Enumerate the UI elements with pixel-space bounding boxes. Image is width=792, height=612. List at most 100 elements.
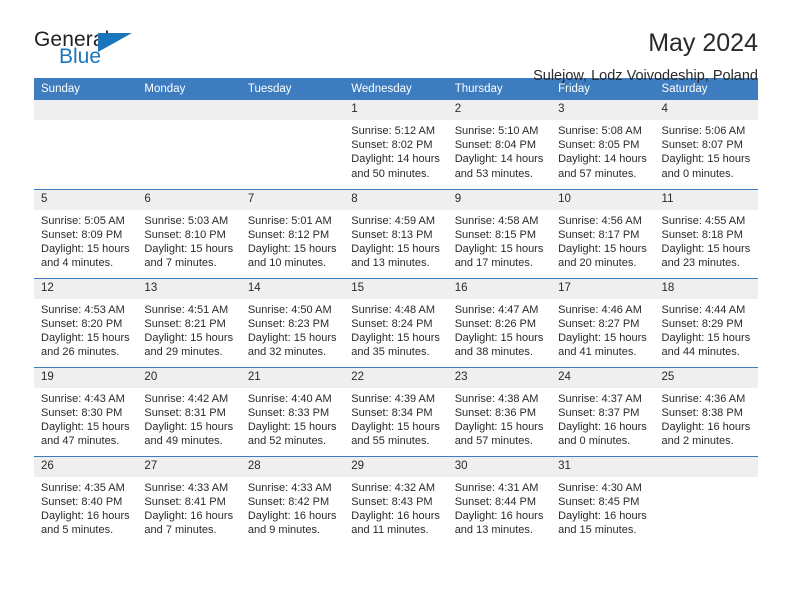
sunrise-text: Sunrise: 4:50 AM: [247, 303, 332, 316]
calendar-day-cell[interactable]: 30 Sunrise: 4:31 AM Sunset: 8:44 PM Dayligh…: [447, 455, 552, 545]
day-number: 12: [34, 278, 138, 299]
calendar-day-cell[interactable]: 7 Sunrise: 5:01 AM Sunset: 8:12 PM Daylight…: [240, 188, 345, 278]
day-number: 6: [137, 189, 241, 210]
day-detail: Sunrise: 4:42 AM Sunset: 8:31 PM Daylight:…: [137, 388, 240, 449]
calendar-day-cell[interactable]: 12 Sunrise: 4:53 AM Sunset: 8:20 PM Dayligh…: [34, 277, 138, 367]
daylight-text-line1: Daylight: 15 hours: [558, 331, 647, 344]
sunrise-text: Sunrise: 4:58 AM: [454, 214, 539, 227]
calendar-day-cell[interactable]: 15 Sunrise: 4:48 AM Sunset: 8:24 PM Dayligh…: [344, 277, 448, 367]
calendar-day-cell[interactable]: 18 Sunrise: 4:44 AM Sunset: 8:29 PM Dayligh…: [654, 277, 758, 367]
calendar-day-cell[interactable]: 6 Sunrise: 5:03 AM Sunset: 8:10 PM Daylight…: [137, 188, 241, 278]
sunset-text: Sunset: 8:29 PM: [661, 317, 743, 330]
daylight-text-line2: and 49 minutes.: [144, 435, 223, 448]
calendar-day-cell[interactable]: 27 Sunrise: 4:33 AM Sunset: 8:41 PM Dayligh…: [137, 455, 241, 545]
calendar-day-cell[interactable]: [654, 455, 758, 545]
calendar-day-cell[interactable]: 24 Sunrise: 4:37 AM Sunset: 8:37 PM Dayligh…: [551, 366, 655, 456]
day-detail: Sunrise: 4:37 AM Sunset: 8:37 PM Daylight:…: [551, 388, 654, 449]
sunrise-text: Sunrise: 4:51 AM: [144, 303, 229, 316]
daylight-text-line2: and 17 minutes.: [454, 257, 533, 270]
sunset-text: Sunset: 8:09 PM: [41, 228, 123, 241]
day-number: 23: [447, 367, 552, 388]
sunset-text: Sunset: 8:38 PM: [661, 406, 743, 419]
daylight-text-line1: Daylight: 15 hours: [247, 242, 337, 255]
calendar-day-cell[interactable]: 23 Sunrise: 4:38 AM Sunset: 8:36 PM Dayligh…: [447, 366, 552, 456]
calendar-day-cell[interactable]: 3 Sunrise: 5:08 AM Sunset: 8:05 PM Daylight…: [551, 100, 655, 189]
calendar-day-cell[interactable]: 19 Sunrise: 4:43 AM Sunset: 8:30 PM Dayligh…: [34, 366, 138, 456]
daylight-text-line1: Daylight: 16 hours: [351, 509, 440, 522]
daylight-text-line1: Daylight: 16 hours: [558, 509, 647, 522]
calendar-day-cell[interactable]: 4 Sunrise: 5:06 AM Sunset: 8:07 PM Daylight…: [654, 100, 758, 189]
sunrise-text: Sunrise: 5:03 AM: [144, 214, 229, 227]
calendar-day-cell[interactable]: 16 Sunrise: 4:47 AM Sunset: 8:26 PM Dayligh…: [447, 277, 552, 367]
calendar-day-cell[interactable]: 20 Sunrise: 4:42 AM Sunset: 8:31 PM Dayligh…: [137, 366, 241, 456]
day-detail: Sunrise: 4:35 AM Sunset: 8:40 PM Daylight:…: [34, 477, 137, 538]
day-number: [34, 100, 138, 120]
calendar-day-cell[interactable]: 17 Sunrise: 4:46 AM Sunset: 8:27 PM Dayligh…: [551, 277, 655, 367]
day-detail: Sunrise: 4:39 AM Sunset: 8:34 PM Daylight:…: [344, 388, 447, 449]
daylight-text-line2: and 5 minutes.: [41, 524, 114, 537]
daylight-text-line2: and 47 minutes.: [41, 435, 120, 448]
daylight-text-line1: Daylight: 15 hours: [41, 331, 130, 344]
day-number: [654, 456, 758, 477]
day-number: 10: [551, 189, 655, 210]
sunset-text: Sunset: 8:13 PM: [351, 228, 433, 241]
calendar-day-cell[interactable]: 22 Sunrise: 4:39 AM Sunset: 8:34 PM Dayligh…: [344, 366, 448, 456]
sunset-text: Sunset: 8:36 PM: [454, 406, 537, 419]
calendar-day-cell[interactable]: 26 Sunrise: 4:35 AM Sunset: 8:40 PM Dayligh…: [34, 455, 138, 545]
daylight-text-line2: and 11 minutes.: [351, 524, 429, 537]
calendar-day-cell[interactable]: 14 Sunrise: 4:50 AM Sunset: 8:23 PM Dayligh…: [240, 277, 345, 367]
daylight-text-line1: Daylight: 15 hours: [144, 331, 234, 344]
day-number: 11: [654, 189, 758, 210]
daylight-text-line2: and 38 minutes.: [454, 346, 533, 359]
day-number: 5: [34, 189, 138, 210]
calendar-day-cell[interactable]: 13 Sunrise: 4:51 AM Sunset: 8:21 PM Dayligh…: [137, 277, 241, 367]
daylight-text-line2: and 10 minutes.: [247, 257, 327, 270]
calendar-day-cell[interactable]: 28 Sunrise: 4:33 AM Sunset: 8:42 PM Dayligh…: [240, 455, 345, 545]
calendar-day-cell[interactable]: 1 Sunrise: 5:12 AM Sunset: 8:02 PM Daylight…: [344, 100, 448, 189]
daylight-text-line1: Daylight: 15 hours: [351, 331, 440, 344]
calendar-day-cell[interactable]: [137, 100, 241, 189]
weekday-header-tuesday: Tuesday: [240, 78, 345, 100]
day-detail: Sunrise: 5:06 AM Sunset: 8:07 PM Daylight:…: [655, 120, 758, 181]
daylight-text-line1: Daylight: 16 hours: [454, 509, 544, 522]
daylight-text-line1: Daylight: 15 hours: [454, 242, 544, 255]
daylight-text-line2: and 7 minutes.: [144, 257, 217, 270]
sunset-text: Sunset: 8:27 PM: [558, 317, 640, 330]
daylight-text-line2: and 4 minutes.: [41, 257, 114, 270]
daylight-text-line1: Daylight: 16 hours: [41, 509, 130, 522]
calendar-day-cell[interactable]: 25 Sunrise: 4:36 AM Sunset: 8:38 PM Dayligh…: [654, 366, 758, 456]
day-number: 21: [240, 367, 345, 388]
daylight-text-line1: Daylight: 16 hours: [144, 509, 234, 522]
day-number: 24: [551, 367, 655, 388]
sunset-text: Sunset: 8:26 PM: [454, 317, 537, 330]
general-blue-logo[interactable]: General Blue: [34, 28, 154, 74]
daylight-text-line1: Daylight: 15 hours: [41, 242, 130, 255]
day-number: 31: [551, 456, 655, 477]
calendar-day-cell[interactable]: 2 Sunrise: 5:10 AM Sunset: 8:04 PM Daylight…: [447, 100, 552, 189]
daylight-text-line2: and 2 minutes.: [661, 435, 734, 448]
day-number: 20: [137, 367, 241, 388]
calendar-day-cell[interactable]: [34, 100, 138, 189]
calendar-day-cell[interactable]: 10 Sunrise: 4:56 AM Sunset: 8:17 PM Dayligh…: [551, 188, 655, 278]
calendar-day-cell[interactable]: 29 Sunrise: 4:32 AM Sunset: 8:43 PM Dayligh…: [344, 455, 448, 545]
daylight-text-line2: and 35 minutes.: [351, 346, 430, 359]
calendar-day-cell[interactable]: 31 Sunrise: 4:30 AM Sunset: 8:45 PM Dayligh…: [551, 455, 655, 545]
day-detail: Sunrise: 4:33 AM Sunset: 8:41 PM Daylight:…: [137, 477, 240, 538]
day-detail: Sunrise: 4:33 AM Sunset: 8:42 PM Daylight:…: [241, 477, 344, 538]
calendar-day-cell[interactable]: 21 Sunrise: 4:40 AM Sunset: 8:33 PM Dayligh…: [240, 366, 345, 456]
calendar-day-cell[interactable]: 8 Sunrise: 4:59 AM Sunset: 8:13 PM Daylight…: [344, 188, 448, 278]
day-detail: Sunrise: 4:50 AM Sunset: 8:23 PM Daylight:…: [241, 299, 344, 360]
calendar-day-cell[interactable]: 5 Sunrise: 5:05 AM Sunset: 8:09 PM Daylight…: [34, 188, 138, 278]
calendar-day-cell[interactable]: 11 Sunrise: 4:55 AM Sunset: 8:18 PM Dayligh…: [654, 188, 758, 278]
sunrise-text: Sunrise: 4:43 AM: [41, 392, 125, 405]
daylight-text-line2: and 7 minutes.: [144, 524, 217, 537]
sunrise-text: Sunrise: 4:48 AM: [351, 303, 436, 316]
day-number: 13: [137, 278, 241, 299]
daylight-text-line1: Daylight: 15 hours: [144, 242, 234, 255]
calendar-day-cell[interactable]: 9 Sunrise: 4:58 AM Sunset: 8:15 PM Daylight…: [447, 188, 552, 278]
sunrise-text: Sunrise: 4:53 AM: [41, 303, 125, 316]
day-number: 3: [551, 100, 655, 120]
daylight-text-line2: and 32 minutes.: [247, 346, 327, 359]
calendar-day-cell[interactable]: [240, 100, 345, 189]
sunrise-text: Sunrise: 5:12 AM: [351, 125, 436, 137]
